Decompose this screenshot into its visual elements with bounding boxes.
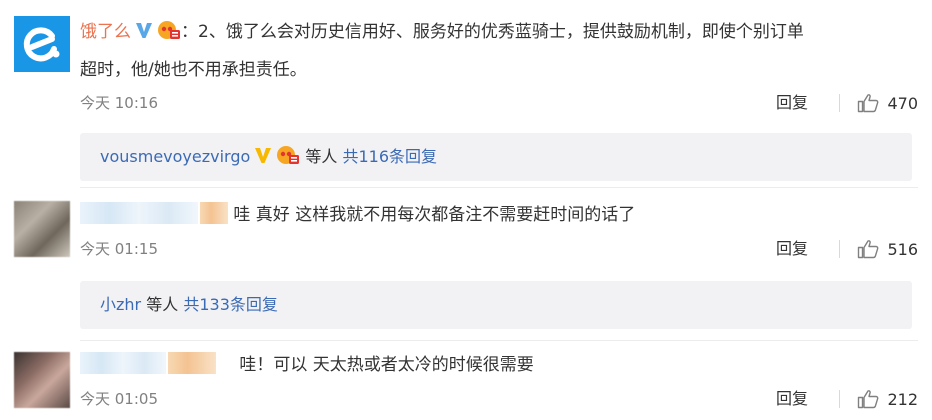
vip-crown-icon: [276, 136, 300, 184]
reply-button[interactable]: 回复: [776, 387, 808, 411]
username-obscured[interactable]: [80, 352, 166, 374]
comment-text: 哇！可以 天太热或者太冷的时候很需要: [239, 355, 534, 375]
like-count: 212: [887, 389, 918, 409]
like-button[interactable]: 212: [857, 387, 918, 411]
comment-text: 超时，他/她也不用承担责任。: [80, 60, 307, 80]
like-button[interactable]: 516: [857, 237, 918, 261]
avatar[interactable]: [14, 16, 70, 72]
reply-summary-etc: 等人: [146, 295, 179, 314]
thumbs-up-icon: [858, 390, 879, 409]
divider: [839, 390, 840, 408]
reply-summary[interactable]: vousmevoyezvirgo 等人 共116条回复: [80, 133, 912, 181]
comment-divider: [80, 340, 918, 341]
reply-summary-user[interactable]: vousmevoyezvirgo: [100, 147, 250, 166]
comment-body-continued: 超时，他/她也不用承担责任。: [80, 57, 918, 83]
reply-summary-link[interactable]: 共133条回复: [183, 295, 278, 314]
eleme-logo-icon: [14, 16, 70, 72]
like-button[interactable]: 470: [857, 91, 918, 115]
comment-text: 哇 真好 这样我就不用每次都备注不需要赶时间的话了: [233, 205, 636, 225]
timestamp: 今天 10:16: [80, 94, 158, 112]
reply-button[interactable]: 回复: [776, 237, 808, 261]
comment-text: 2、饿了么会对历史信用好、服务好的优秀蓝骑士，提供鼓励机制，即使个别订单: [198, 22, 804, 42]
reply-summary-user[interactable]: 小zhr: [100, 295, 141, 314]
badge-obscured: [168, 352, 216, 374]
verified-v-icon: [253, 136, 273, 184]
reply-button[interactable]: 回复: [776, 91, 808, 115]
thumbs-up-icon: [858, 94, 879, 113]
divider: [839, 94, 840, 112]
like-count: 516: [887, 239, 918, 259]
comment-body: 哇！可以 天太热或者太冷的时候很需要: [80, 352, 918, 378]
divider: [839, 240, 840, 258]
username[interactable]: 饿了么: [80, 22, 131, 42]
comment-divider: [80, 187, 918, 188]
reply-summary-link[interactable]: 共116条回复: [343, 147, 438, 166]
reply-summary-etc: 等人: [305, 147, 338, 166]
vip-crown-icon: [157, 18, 181, 48]
timestamp: 今天 01:05: [80, 390, 158, 408]
badge-obscured: [200, 202, 228, 224]
username-obscured[interactable]: [80, 202, 198, 224]
timestamp: 今天 01:15: [80, 240, 158, 258]
colon: ：: [181, 22, 198, 42]
like-count: 470: [887, 93, 918, 113]
thumbs-up-icon: [858, 240, 879, 259]
verified-v-icon: [134, 20, 154, 48]
avatar[interactable]: [14, 201, 70, 257]
comment-body: 饿了么 ：2、饿了么会对历史信用好、服务好的优秀蓝骑士，提供鼓励机制，即使个别订单: [80, 18, 918, 48]
avatar[interactable]: [14, 352, 70, 408]
reply-summary[interactable]: 小zhr 等人 共133条回复: [80, 281, 912, 329]
comment-meta: 今天 01:05 回复 212: [80, 387, 918, 411]
comment-meta: 今天 01:15 回复 516: [80, 237, 918, 261]
comment-meta: 今天 10:16 回复 470: [80, 91, 918, 115]
comment-body: 哇 真好 这样我就不用每次都备注不需要赶时间的话了: [80, 202, 918, 228]
